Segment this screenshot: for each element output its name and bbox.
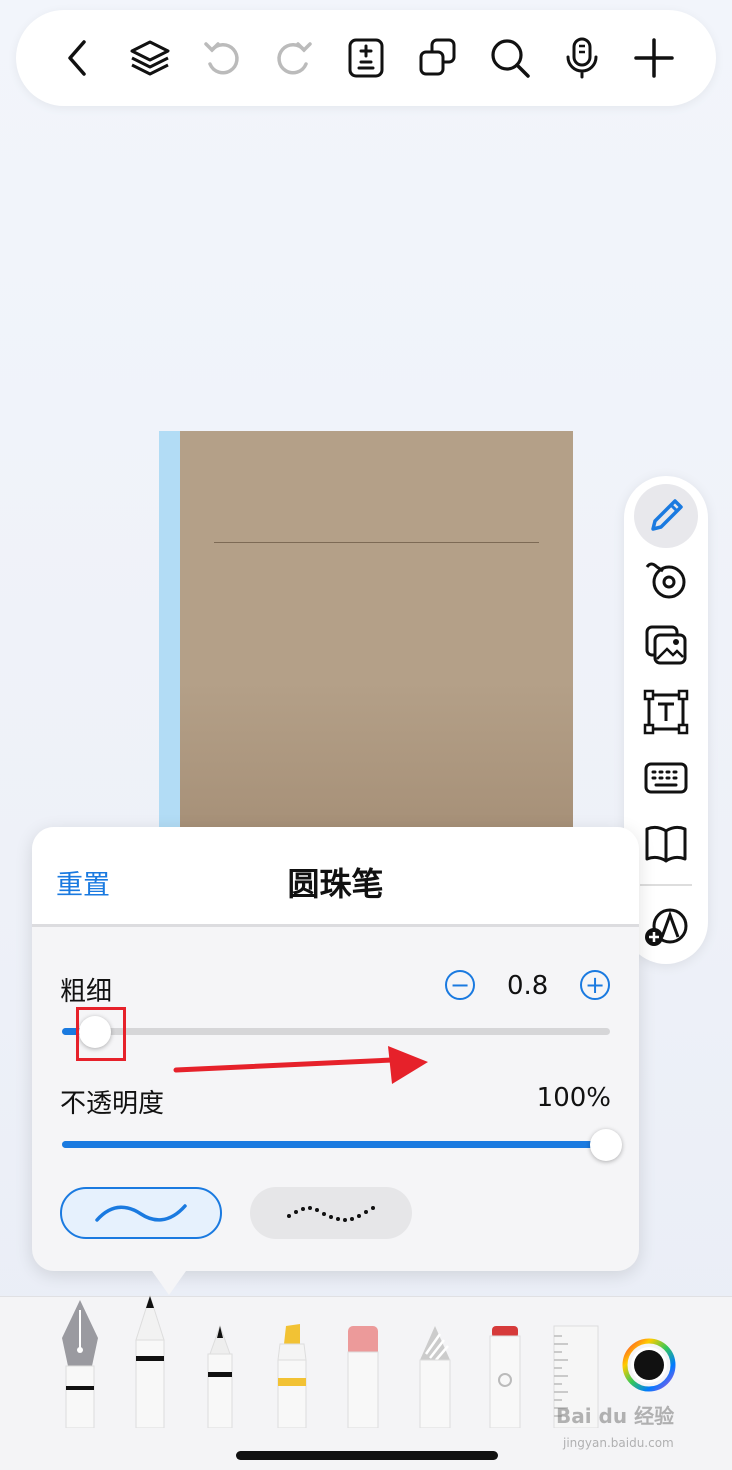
notebook-cover[interactable] [159,431,573,831]
ballpoint-pen-icon[interactable] [132,1294,168,1428]
opacity-slider-thumb[interactable] [590,1129,622,1161]
duplicate-icon[interactable] [414,34,462,82]
search-icon[interactable] [486,34,534,82]
highlight-box [76,1007,126,1061]
marker-icon[interactable] [488,1324,522,1428]
book-icon[interactable] [634,814,698,874]
shape-add-icon[interactable] [634,896,698,956]
redo-icon[interactable] [270,34,318,82]
top-toolbar [16,10,716,106]
thickness-slider[interactable] [62,1016,610,1048]
dotted-line-icon [287,1206,375,1222]
color-picker-icon[interactable] [622,1338,676,1392]
highlighter-icon[interactable] [276,1324,308,1428]
dotted-line-style-button[interactable] [250,1187,412,1239]
eraser-icon[interactable] [346,1324,380,1428]
opacity-label: 不透明度 [60,1089,165,1119]
fountain-pen-icon[interactable] [58,1298,102,1428]
text-box-icon[interactable] [634,682,698,742]
add-icon[interactable] [630,34,678,82]
panel-title: 圆珠笔 [287,865,384,903]
thickness-value: 0.8 [507,971,549,1001]
increase-thickness-button[interactable]: + [580,970,610,1000]
keyboard-icon[interactable] [634,748,698,808]
panel-header: 重置 圆珠笔 [32,827,639,927]
fineliner-icon[interactable] [204,1324,236,1428]
notebook-spine [159,431,180,831]
pen-tool-icon[interactable] [634,484,698,548]
panel-pointer [152,1271,186,1295]
pencil-icon[interactable] [418,1324,452,1428]
home-indicator[interactable] [236,1451,498,1460]
smooth-line-style-button[interactable] [60,1187,222,1239]
undo-icon[interactable] [198,34,246,82]
notebook-title-line [214,542,539,543]
opacity-value: 100% [536,1083,611,1113]
watermark-logo: Bai du 经验 [556,1404,675,1428]
back-icon[interactable] [54,34,102,82]
opacity-slider[interactable] [62,1129,622,1161]
layers-icon[interactable] [126,34,174,82]
microphone-icon[interactable] [558,34,606,82]
smooth-line-icon [95,1204,187,1222]
thickness-label: 粗细 [60,977,113,1007]
page-adjust-icon[interactable] [342,34,390,82]
tape-icon[interactable] [634,550,698,610]
watermark-url: jingyan.baidu.com [563,1436,674,1450]
opacity-slider-fill [62,1141,610,1148]
decrease-thickness-button[interactable]: − [445,970,475,1000]
image-icon[interactable] [634,616,698,676]
